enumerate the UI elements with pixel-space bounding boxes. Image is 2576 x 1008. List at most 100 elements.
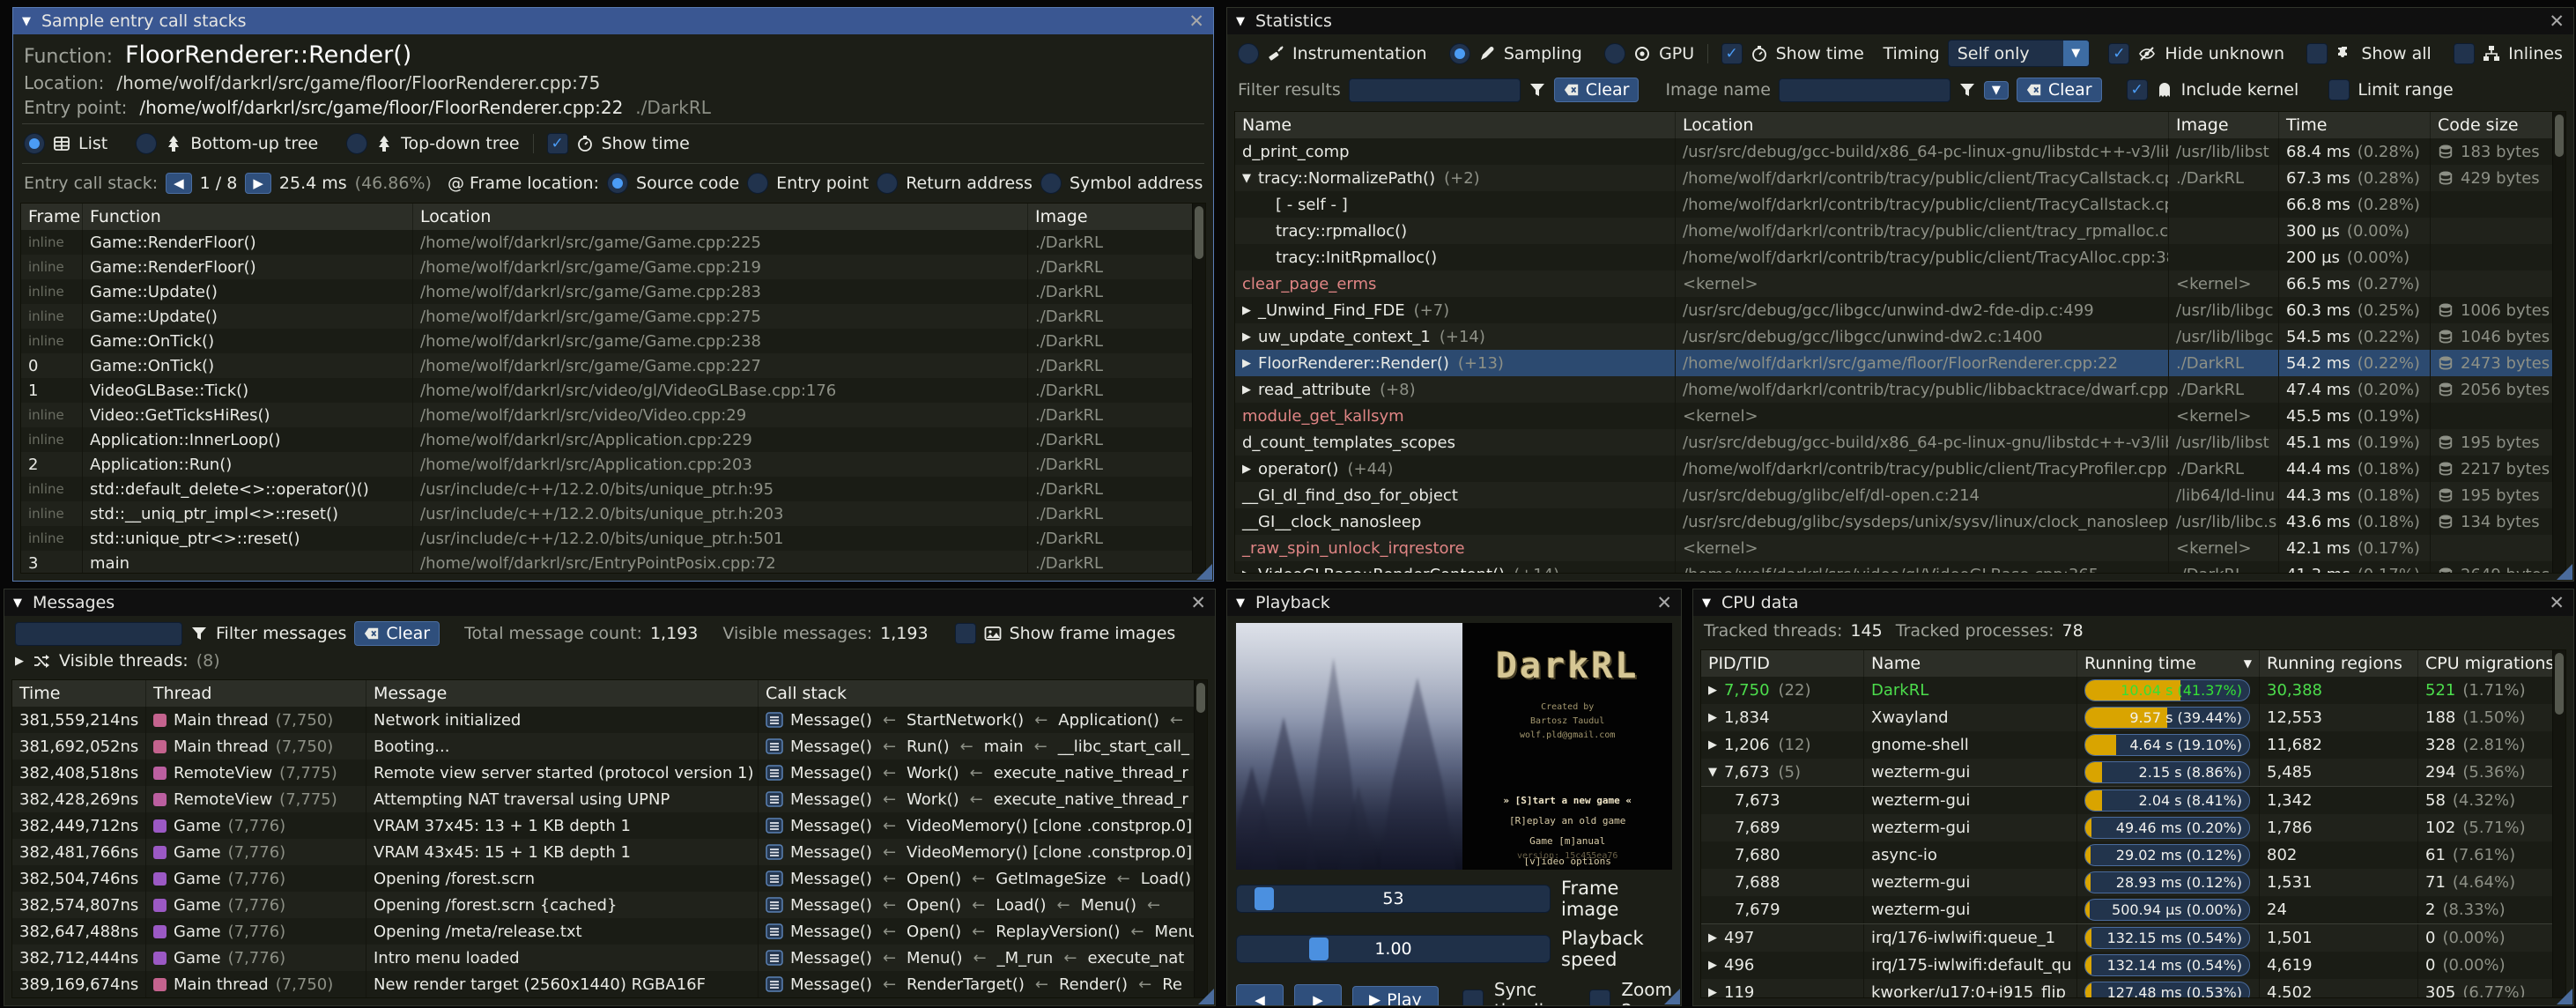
collapse-icon[interactable]: ▼ xyxy=(1242,172,1251,185)
table-row[interactable]: ▶119kworker/u17:0+i915_flip127.48 ms (0.… xyxy=(1701,979,2565,997)
close-icon[interactable]: ✕ xyxy=(1190,594,1206,612)
bottom-up-radio[interactable] xyxy=(136,133,157,154)
table-row[interactable]: 0Game::OnTick()/home/wolf/darkrl/src/gam… xyxy=(21,353,1205,378)
gpu-label[interactable]: GPU xyxy=(1659,44,1694,63)
table-row[interactable]: 7,688wezterm-gui28.93 ms (0.12%)1,53171(… xyxy=(1701,869,2565,896)
collapse-icon[interactable]: ▼ xyxy=(13,597,22,610)
list-mode-label[interactable]: List xyxy=(78,134,107,153)
show-time-checkbox[interactable]: ✓ xyxy=(547,133,568,154)
entry-point-radio[interactable] xyxy=(747,173,768,194)
clear-image-filter-button[interactable]: Clear xyxy=(2017,78,2102,102)
scrollbar-thumb[interactable] xyxy=(2555,653,2564,715)
sampling-label[interactable]: Sampling xyxy=(1504,44,1582,63)
call-stack-icon[interactable] xyxy=(766,949,783,967)
table-row[interactable]: 382,574,807nsGame(7,776)Opening /forest.… xyxy=(12,892,1207,918)
play-button[interactable]: ▶ Play xyxy=(1352,986,1439,1005)
call-stack-icon[interactable] xyxy=(766,923,783,940)
expand-icon[interactable]: ▶ xyxy=(1242,357,1251,370)
table-row[interactable]: inlineGame::RenderFloor()/home/wolf/dark… xyxy=(21,255,1205,279)
sync-timeline-checkbox[interactable] xyxy=(1462,989,1484,1005)
table-row[interactable]: d_count_templates_scopes/usr/src/debug/g… xyxy=(1235,429,2565,456)
resize-grip[interactable] xyxy=(1664,989,1680,1004)
call-stack-icon[interactable] xyxy=(766,764,783,782)
filter-results-input[interactable] xyxy=(1349,78,1521,102)
hide-unknown-label[interactable]: Hide unknown xyxy=(2165,44,2284,63)
image-name-input[interactable] xyxy=(1779,78,1951,102)
column-header-call-stack[interactable]: Call stack xyxy=(759,680,1207,707)
call-stack-icon[interactable] xyxy=(766,817,783,834)
table-row[interactable]: inlinestd::__uniq_ptr_impl<>::reset()/us… xyxy=(21,501,1205,526)
symbol-address-radio[interactable] xyxy=(1040,173,1062,194)
cpu-data-titlebar[interactable]: ▼ CPU data ✕ xyxy=(1693,589,2573,616)
playback-speed-slider[interactable]: 1.00 xyxy=(1236,935,1551,963)
table-row[interactable]: 382,408,518nsRemoteView(7,775)Remote vie… xyxy=(12,760,1207,786)
call-stack-icon[interactable] xyxy=(766,870,783,887)
table-row[interactable]: 7,673wezterm-gui2.04 s (8.41%)1,34258(4.… xyxy=(1701,786,2565,814)
show-time-checkbox[interactable]: ✓ xyxy=(1721,43,1743,64)
bottom-up-mode-label[interactable]: Bottom-up tree xyxy=(190,134,318,153)
inlines-checkbox[interactable] xyxy=(2454,43,2475,64)
table-row[interactable]: 382,712,444nsGame(7,776)Intro menu loade… xyxy=(12,945,1207,971)
filter-messages-label[interactable]: Filter messages xyxy=(216,624,346,643)
call-stack-icon[interactable] xyxy=(766,843,783,861)
scrollbar-thumb[interactable] xyxy=(1196,683,1205,713)
table-row[interactable]: ▶497irq/176-iwlwifi:queue_1132.15 ms (0.… xyxy=(1701,923,2565,952)
table-row[interactable]: ▶1,206(12)gnome-shell4.64 s (19.10%)11,6… xyxy=(1701,731,2565,759)
sync-timeline-label[interactable]: Sync timeline xyxy=(1494,979,1566,1005)
return-address-label[interactable]: Return address xyxy=(906,174,1033,193)
collapse-icon[interactable]: ▼ xyxy=(1702,597,1711,610)
statistics-titlebar[interactable]: ▼ Statistics ✕ xyxy=(1227,8,2573,34)
expand-icon[interactable]: ▶ xyxy=(1708,684,1717,697)
table-row[interactable]: clear_page_erms<kernel><kernel>66.5 ms(0… xyxy=(1235,271,2565,297)
table-row[interactable]: 382,428,269nsRemoteView(7,775)Attempting… xyxy=(12,786,1207,812)
expand-icon[interactable]: ▶ xyxy=(1242,463,1251,476)
table-row[interactable]: ▶1,834Xwayland9.57 s (39.44%)12,553188(1… xyxy=(1701,704,2565,731)
column-header-location[interactable]: Location xyxy=(413,204,1028,230)
show-time-label[interactable]: Show time xyxy=(1776,44,1864,63)
expand-icon[interactable]: ▶ xyxy=(15,655,24,668)
scrollbar-thumb[interactable] xyxy=(2555,115,2564,157)
instrumentation-radio[interactable] xyxy=(1238,43,1259,64)
table-row[interactable]: 3main/home/wolf/darkrl/src/EntryPointPos… xyxy=(21,551,1205,573)
top-down-radio[interactable] xyxy=(346,133,367,154)
table-row[interactable]: 382,449,712nsGame(7,776)VRAM 37x45: 13 +… xyxy=(12,812,1207,839)
table-row[interactable]: inlineGame::OnTick()/home/wolf/darkrl/sr… xyxy=(21,329,1205,353)
instrumentation-label[interactable]: Instrumentation xyxy=(1292,44,1427,63)
column-header-running-regions[interactable]: Running regions xyxy=(2260,650,2418,677)
scrollbar[interactable] xyxy=(2552,650,2565,997)
table-row[interactable]: inlinestd::default_delete<>::operator()(… xyxy=(21,477,1205,501)
funnel-icon[interactable] xyxy=(190,625,208,642)
column-header-location[interactable]: Location xyxy=(1676,112,2169,138)
clear-messages-button[interactable]: Clear xyxy=(354,621,440,646)
column-header-cpu-migrations[interactable]: CPU migrations xyxy=(2418,650,2565,677)
scrollbar[interactable] xyxy=(1194,680,1207,997)
timing-dropdown[interactable]: Self only ▼ xyxy=(1948,40,2090,67)
funnel-icon[interactable] xyxy=(1529,81,1546,99)
top-down-mode-label[interactable]: Top-down tree xyxy=(401,134,519,153)
column-header-function[interactable]: Function xyxy=(83,204,413,230)
table-row[interactable]: __GI_dl_find_dso_for_object/usr/src/debu… xyxy=(1235,482,2565,508)
table-row[interactable]: d_print_comp/usr/src/debug/gcc-build/x86… xyxy=(1235,138,2565,165)
table-row[interactable]: inlineApplication::InnerLoop()/home/wolf… xyxy=(21,427,1205,452)
expand-icon[interactable]: ▶ xyxy=(1708,986,1717,997)
step-forward-button[interactable]: ▶ xyxy=(1294,984,1342,1006)
resize-grip[interactable] xyxy=(2557,564,2572,580)
show-all-checkbox[interactable] xyxy=(2306,43,2328,64)
table-row[interactable]: ▶uw_update_context_1(+14)/usr/src/debug/… xyxy=(1235,323,2565,350)
table-row[interactable]: 382,504,746nsGame(7,776)Opening /forest.… xyxy=(12,865,1207,892)
table-row[interactable]: __GI__clock_nanosleep/usr/src/debug/glib… xyxy=(1235,508,2565,535)
include-kernel-label[interactable]: Include kernel xyxy=(2181,80,2299,100)
expand-icon[interactable]: ▶ xyxy=(1242,383,1251,397)
call-stack-icon[interactable] xyxy=(766,790,783,808)
table-row[interactable]: 389,169,674nsMain thread(7,750)New rende… xyxy=(12,971,1207,997)
expand-icon[interactable]: ▶ xyxy=(1708,931,1717,945)
column-header-message[interactable]: Message xyxy=(366,680,759,707)
messages-titlebar[interactable]: ▼ Messages ✕ xyxy=(4,589,1215,616)
table-row[interactable]: inlineGame::RenderFloor()/home/wolf/dark… xyxy=(21,230,1205,255)
chevron-down-icon[interactable]: ▼ xyxy=(2063,41,2089,66)
table-row[interactable]: ▶FloorRenderer::Render()(+13)/home/wolf/… xyxy=(1235,350,2565,376)
table-row[interactable]: ▶VideoGLBase::RenderContent()(+14)/home/… xyxy=(1235,561,2565,573)
table-row[interactable]: _raw_spin_unlock_irqrestore<kernel><kern… xyxy=(1235,535,2565,561)
hide-unknown-checkbox[interactable]: ✓ xyxy=(2108,43,2129,64)
close-icon[interactable]: ✕ xyxy=(2549,594,2565,612)
